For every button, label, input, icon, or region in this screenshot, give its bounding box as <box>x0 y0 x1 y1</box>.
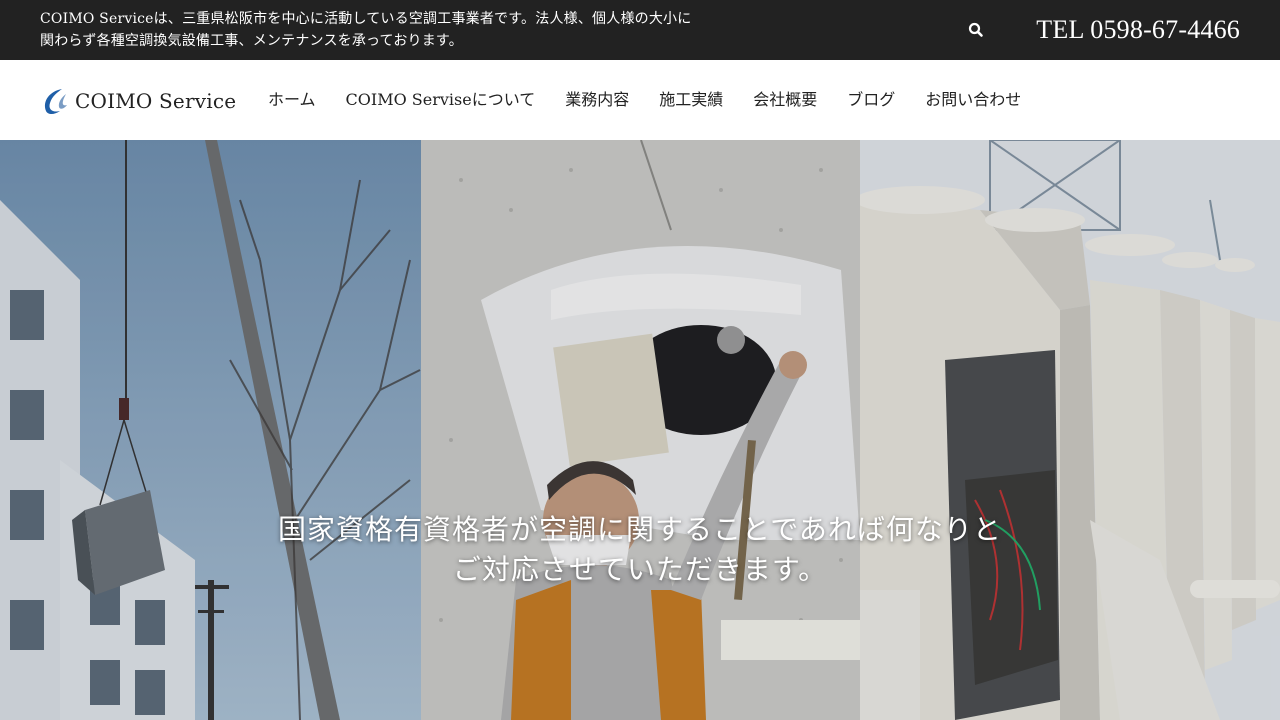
nav-item-works[interactable]: 施工実績 <box>659 88 723 112</box>
site-logo[interactable]: COIMO Service <box>40 84 236 118</box>
nav-item-company[interactable]: 会社概要 <box>753 88 817 112</box>
nav-item-contact[interactable]: お問い合わせ <box>925 88 1021 112</box>
site-description-line1: COIMO Serviceは、三重県松阪市を中心に活動している空調工事業者です。… <box>40 11 692 27</box>
logo-text: COIMO Service <box>75 89 237 113</box>
nav-item-blog[interactable]: ブログ <box>847 88 895 112</box>
site-description: COIMO Serviceは、三重県松阪市を中心に活動している空調工事業者です。… <box>40 8 700 52</box>
hero-catchphrase-line1: 国家資格有資格者が空調に関することであれば何なりと <box>278 513 1002 546</box>
top-info-bar: COIMO Serviceは、三重県松阪市を中心に活動している空調工事業者です。… <box>0 0 1280 60</box>
hero-slideshow: 国家資格有資格者が空調に関することであれば何なりと ご対応させていただきます。 <box>0 140 1280 720</box>
main-navigation: ホーム COIMO Serviseについて 業務内容 施工実績 会社概要 ブログ… <box>268 88 1021 112</box>
search-icon[interactable] <box>966 20 986 40</box>
hero-dim-overlay <box>0 140 1280 720</box>
nav-item-home[interactable]: ホーム <box>268 88 316 112</box>
logo-swoosh-icon <box>44 89 67 114</box>
site-description-line2: 関わらず各種空調換気設備工事、メンテナンスを承っております。 <box>40 33 463 49</box>
hero-catchphrase-line2: ご対応させていただきます。 <box>452 553 828 586</box>
site-header: COIMO Service ホーム COIMO Serviseについて 業務内容… <box>0 60 1280 140</box>
nav-item-services[interactable]: 業務内容 <box>565 88 629 112</box>
hero-catchphrase: 国家資格有資格者が空調に関することであれば何なりと ご対応させていただきます。 <box>0 510 1280 590</box>
phone-number[interactable]: TEL 0598-67-4466 <box>1036 13 1240 47</box>
nav-item-about[interactable]: COIMO Serviseについて <box>346 88 536 112</box>
